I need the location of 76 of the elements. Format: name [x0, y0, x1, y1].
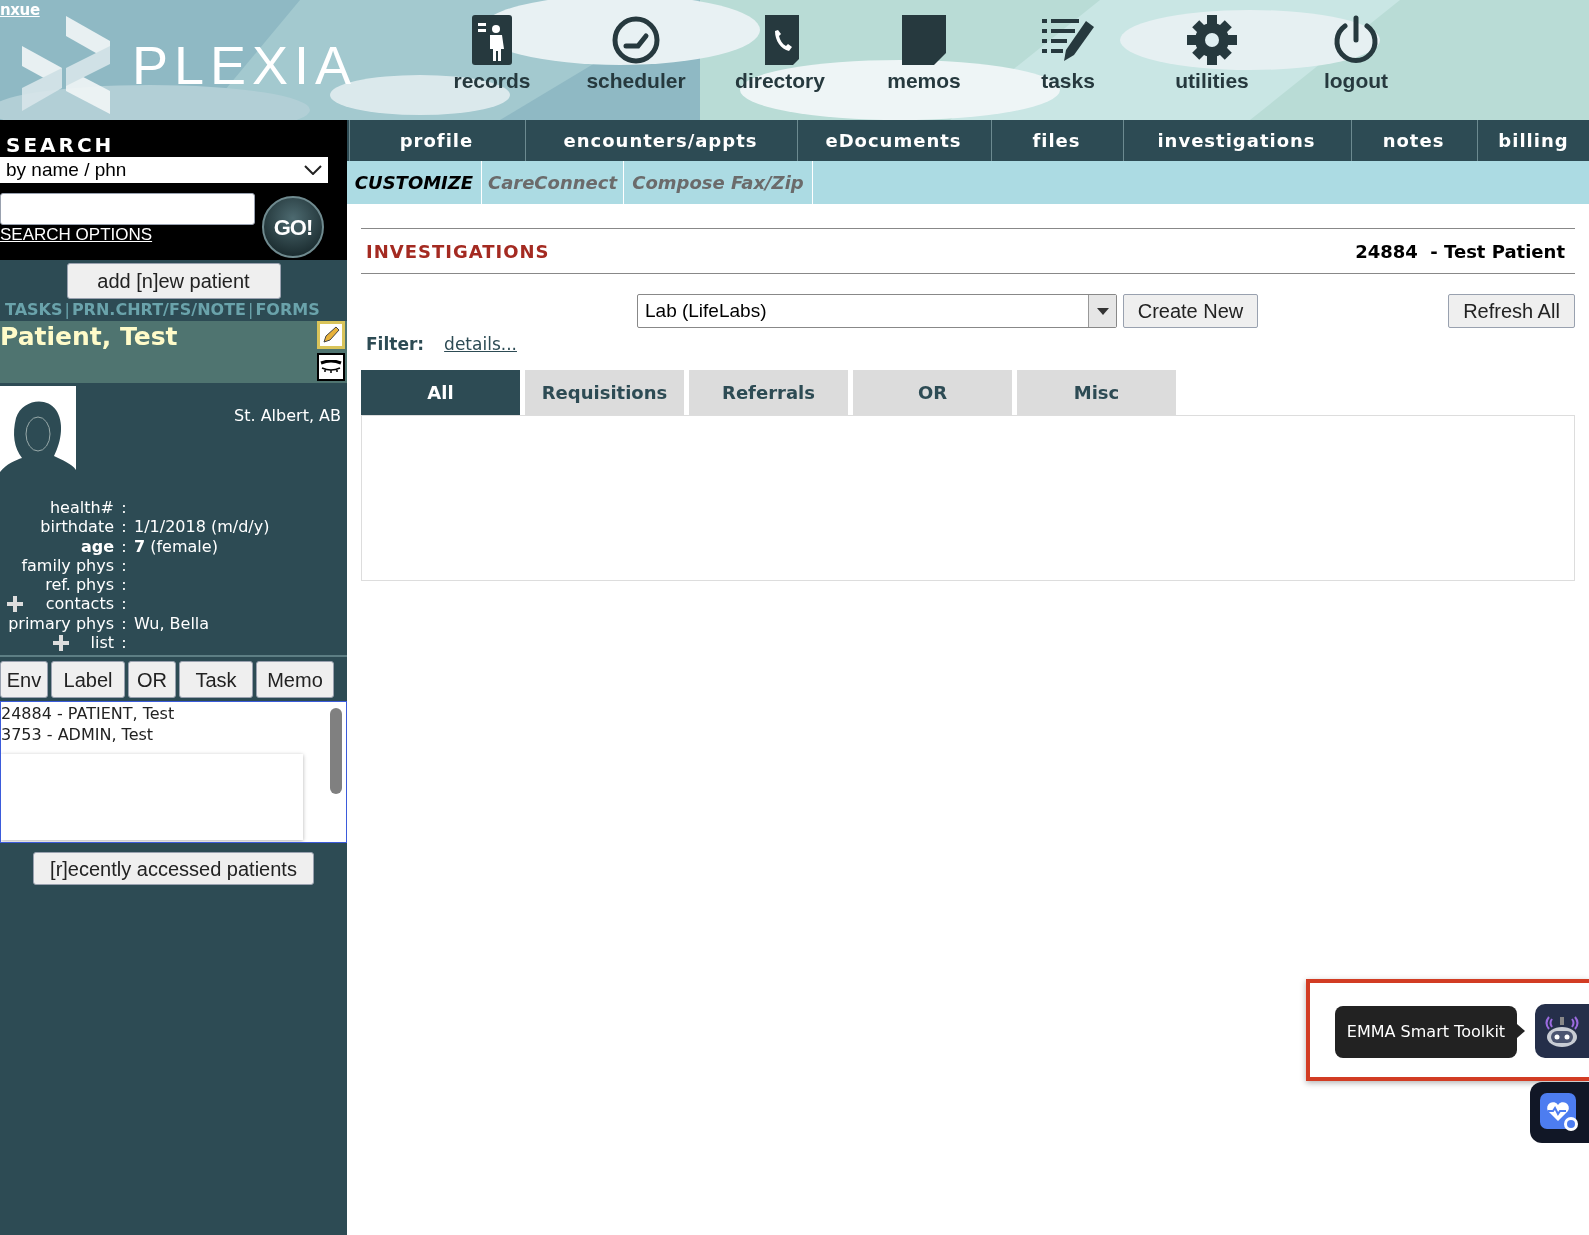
- field-colon: :: [121, 517, 127, 537]
- nav-link[interactable]: utilities: [1140, 0, 1284, 120]
- nav-link[interactable]: scheduler: [564, 0, 708, 120]
- field-value: Wu, Bella: [134, 613, 211, 634]
- investigation-tab[interactable]: OR: [853, 370, 1012, 415]
- search-mode-dropdown[interactable]: by name / phn: [0, 157, 328, 183]
- search-title: SEARCH: [5, 132, 116, 157]
- plus-icon[interactable]: [52, 634, 70, 653]
- sub-tab[interactable]: CUSTOMIZE: [347, 161, 482, 204]
- robot-icon[interactable]: [1535, 1004, 1589, 1058]
- link-separator: |: [247, 299, 255, 321]
- field-colon: :: [121, 555, 127, 575]
- edit-pencil-icon[interactable]: [317, 321, 345, 349]
- section-title: INVESTIGATIONS: [366, 239, 550, 264]
- gear-icon: [1187, 15, 1237, 65]
- field-value: 1/1/2018 (m/d/y): [134, 517, 271, 537]
- nav-link[interactable]: records: [420, 0, 564, 120]
- field-label: list: [90, 633, 114, 653]
- nav-link[interactable]: tasks: [996, 0, 1140, 120]
- link-separator: |: [63, 299, 71, 321]
- nav-link[interactable]: directory: [708, 0, 852, 120]
- filter-label: Filter:: [366, 333, 425, 357]
- search-options-link[interactable]: SEARCH OPTIONS: [0, 225, 153, 245]
- search-field[interactable]: [0, 193, 255, 225]
- field-colon: :: [121, 536, 127, 556]
- note-icon: [902, 15, 946, 65]
- eye-closed-icon[interactable]: [317, 353, 345, 381]
- create-new-button[interactable]: Create New: [1123, 294, 1258, 328]
- tooltip: EMMA Smart Toolkit: [1335, 1006, 1517, 1058]
- field-label: primary phys: [8, 613, 114, 633]
- investigation-tab[interactable]: Misc: [1017, 370, 1176, 415]
- list-item[interactable]: 24884 - PATIENT, Test: [1, 704, 175, 725]
- logo-text: PLEXIA: [132, 38, 358, 92]
- caret-icon: [1096, 307, 1109, 315]
- logo-icon: [22, 16, 112, 114]
- field-colon: :: [121, 633, 127, 653]
- field-colon: :: [121, 613, 127, 633]
- list-item[interactable]: 3753 - ADMIN, Test: [1, 724, 154, 746]
- action-button[interactable]: OR: [128, 661, 176, 699]
- plus-icon[interactable]: [6, 595, 24, 614]
- patient-location: St. Albert, AB: [234, 405, 341, 427]
- tooltip-arrow-icon: [1517, 1024, 1525, 1038]
- add-patient-button[interactable]: add [n]ew patient: [66, 263, 281, 299]
- field-value: 7 (female): [134, 536, 219, 556]
- go-button[interactable]: GO!: [262, 196, 324, 258]
- nav-link[interactable]: memos: [852, 0, 996, 120]
- clock-icon: [611, 15, 661, 65]
- nav-link[interactable]: logout: [1284, 0, 1428, 120]
- refresh-all-button[interactable]: Refresh All: [1448, 294, 1575, 328]
- chevron-down-icon: [304, 165, 322, 175]
- action-button[interactable]: Memo: [256, 661, 334, 699]
- field-label: age: [80, 536, 114, 556]
- patient-id: 24884 - Test Patient: [1355, 239, 1565, 264]
- action-button[interactable]: Env: [0, 661, 48, 699]
- investigation-tab[interactable]: Referrals: [689, 370, 848, 415]
- field-label: health#: [49, 498, 114, 517]
- field-label: birthdate: [40, 517, 114, 537]
- action-button[interactable]: Label: [51, 661, 125, 699]
- field-label: contacts: [45, 594, 114, 614]
- lab-dropdown[interactable]: Lab (LifeLabs): [637, 294, 1117, 328]
- person-card-icon: [472, 15, 512, 65]
- field-label: ref. phys: [45, 575, 114, 595]
- action-button[interactable]: Task: [179, 661, 253, 699]
- recent-patients-button[interactable]: [r]ecently accessed patients: [33, 852, 314, 886]
- sub-tab[interactable]: Compose Fax/Zip: [624, 161, 813, 204]
- heart-app-icon[interactable]: [1530, 1082, 1589, 1143]
- sub-tab[interactable]: CareConnect: [482, 161, 624, 204]
- details-link[interactable]: details...: [444, 332, 517, 358]
- field-colon: :: [121, 594, 127, 614]
- scrollbar-thumb[interactable]: [330, 708, 342, 795]
- field-label: family phys: [21, 555, 114, 575]
- investigation-tab[interactable]: Requisitions: [525, 370, 684, 415]
- investigation-tab[interactable]: All: [361, 370, 520, 415]
- field-colon: :: [121, 575, 127, 595]
- patient-name: Patient, Test: [0, 321, 178, 352]
- field-colon: :: [121, 498, 127, 517]
